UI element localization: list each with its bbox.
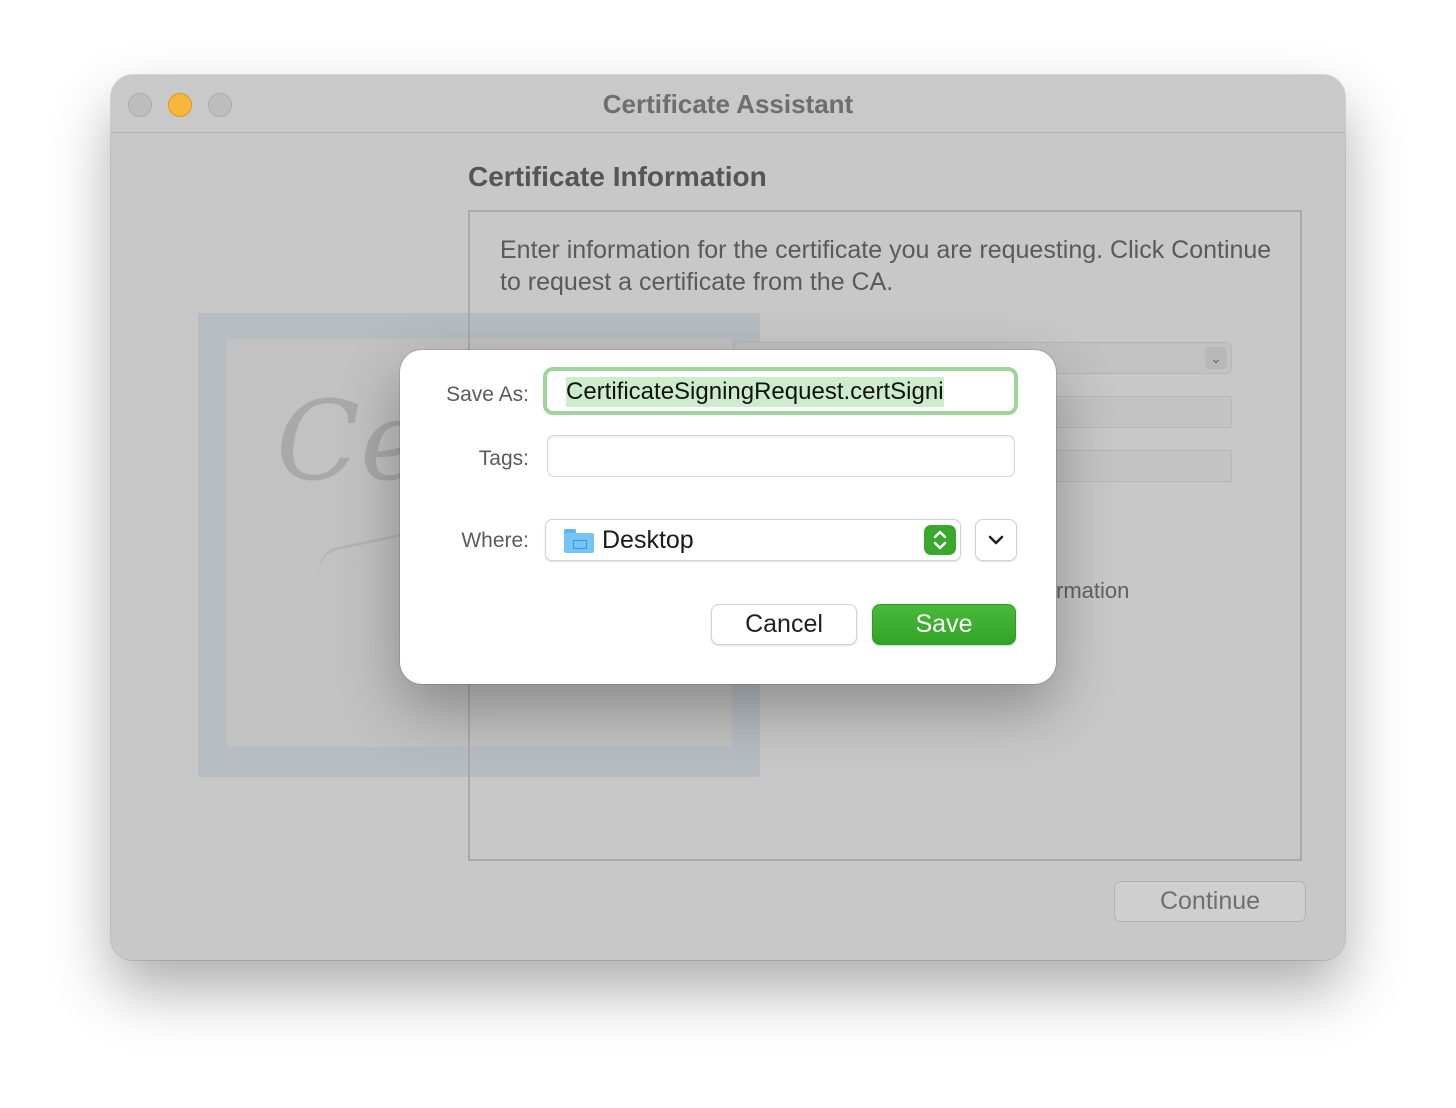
tags-label: Tags:: [478, 447, 529, 470]
folder-icon: [564, 529, 594, 553]
where-label: Where:: [461, 529, 529, 552]
save-button[interactable]: Save: [872, 604, 1016, 645]
expand-browser-button[interactable]: [975, 519, 1017, 561]
save-as-field[interactable]: CertificateSigningRequest.certSigni: [543, 367, 1018, 415]
intro-text: Enter information for the certificate yo…: [500, 236, 1272, 296]
where-value: Desktop: [602, 526, 694, 554]
window-title: Certificate Assistant: [602, 89, 854, 119]
title-bar: Certificate Assistant: [111, 75, 1345, 133]
background-partial-label: rmation: [1056, 578, 1130, 603]
save-sheet: Save As: CertificateSigningRequest.certS…: [400, 350, 1056, 684]
chevron-down-icon: [988, 535, 1004, 545]
chevron-down-icon: ⌄: [1205, 347, 1227, 369]
cancel-button[interactable]: Cancel: [711, 604, 857, 645]
continue-button[interactable]: Continue: [1114, 881, 1306, 922]
up-down-chevron-icon: [924, 525, 956, 555]
save-as-value[interactable]: CertificateSigningRequest.certSigni: [566, 377, 944, 407]
section-heading: Certificate Information: [468, 161, 767, 192]
tags-field[interactable]: [547, 435, 1015, 477]
save-as-label: Save As:: [446, 383, 529, 406]
where-popup[interactable]: Desktop: [545, 519, 961, 561]
